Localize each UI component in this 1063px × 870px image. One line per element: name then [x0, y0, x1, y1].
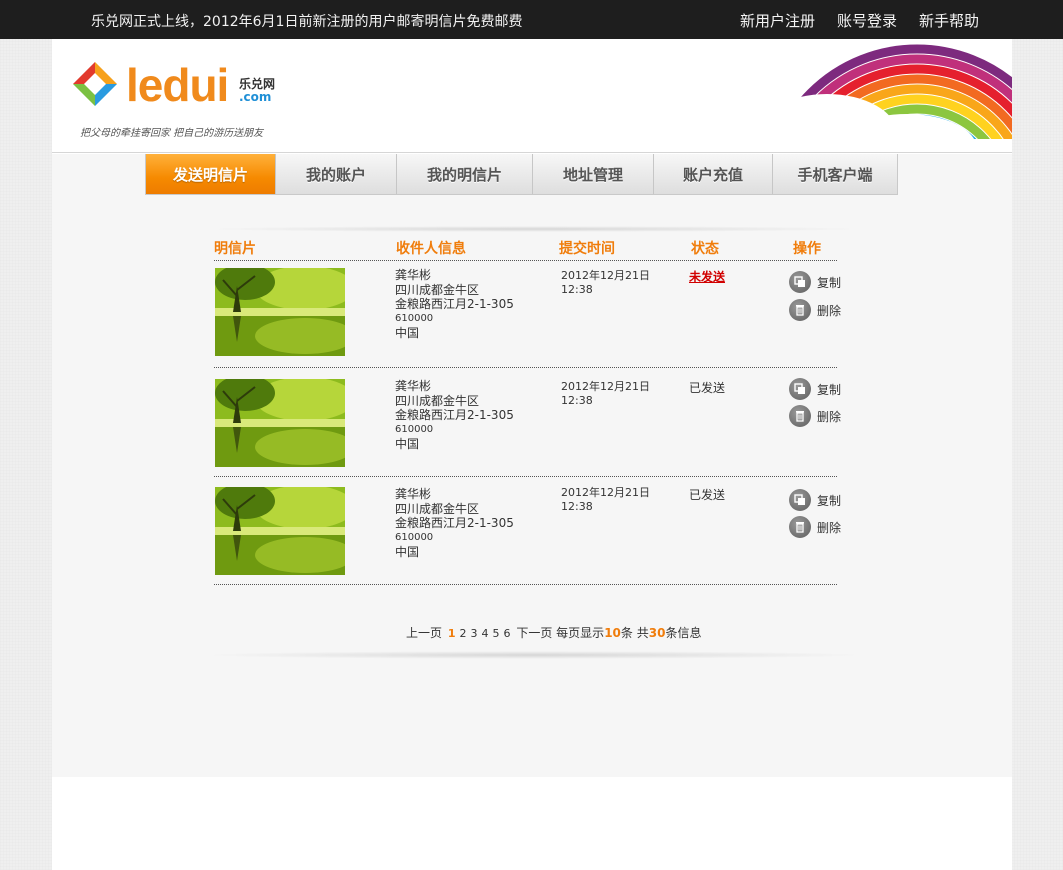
recipient-country: 中国 — [395, 545, 420, 559]
recipient-address-line1: 四川成都金牛区 — [395, 501, 480, 516]
per-page-label: 每页显示 — [556, 626, 605, 640]
recipient-info: 龚华彬 四川成都金牛区 金粮路西江月2-1-305 610000 中国 — [395, 268, 514, 341]
submit-time: 2012年12月21日 12:38 — [561, 269, 650, 297]
trash-icon — [789, 299, 811, 321]
main-area — [52, 154, 1012, 777]
submit-date: 2012年12月21日 — [561, 380, 650, 393]
per-page-unit: 条 — [620, 626, 633, 640]
recipient-address-line2: 金粮路西江月2-1-305 — [395, 408, 514, 422]
copy-label: 复制 — [817, 493, 842, 508]
delete-label: 删除 — [817, 409, 842, 424]
recipient-info: 龚华彬 四川成都金牛区 金粮路西江月2-1-305 610000 中国 — [395, 379, 514, 452]
header-time: 提交时间 — [559, 241, 615, 257]
logo-domain: .com — [239, 90, 272, 104]
prev-page-link[interactable]: 上一页 — [406, 626, 442, 640]
recipient-country: 中国 — [395, 326, 420, 340]
tab-my-account[interactable]: 我的账户 — [276, 154, 397, 194]
header: ledui 乐兑网 .com 把父母的牵挂寄回家 把自己的游历送朋友 — [52, 39, 1012, 153]
page-link[interactable]: 3 — [471, 627, 478, 640]
recipient-zip: 610000 — [395, 312, 434, 324]
total-unit: 条信息 — [665, 626, 702, 640]
ledui-logo-icon — [73, 62, 117, 106]
submit-clock: 12:38 — [561, 283, 593, 296]
logo-wordmark: ledui — [126, 59, 229, 111]
copy-label: 复制 — [817, 382, 842, 397]
page-container: ledui 乐兑网 .com 把父母的牵挂寄回家 把自己的游历送朋友 发送明信片… — [52, 39, 1012, 870]
copy-button[interactable]: 复制 — [789, 489, 841, 511]
header-status: 状态 — [691, 241, 719, 257]
page-link[interactable]: 6 — [504, 627, 511, 640]
total-count: 30 — [648, 626, 666, 640]
delete-button[interactable]: 删除 — [789, 516, 841, 538]
total-label: 共 — [636, 626, 649, 640]
page-link-current[interactable]: 1 — [448, 627, 456, 640]
page-link[interactable]: 2 — [460, 627, 467, 640]
delete-button[interactable]: 删除 — [789, 299, 841, 321]
header-postcard: 明信片 — [214, 241, 256, 257]
postcard-thumbnail[interactable] — [215, 487, 345, 575]
copy-button[interactable]: 复制 — [789, 271, 841, 293]
copy-button[interactable]: 复制 — [789, 378, 841, 400]
logo-slogan: 把父母的牵挂寄回家 把自己的游历送朋友 — [80, 128, 264, 139]
page-link[interactable]: 5 — [493, 627, 500, 640]
register-link[interactable]: 新用户注册 — [740, 10, 815, 31]
panel-shadow-top — [200, 226, 868, 232]
copy-icon — [789, 378, 811, 400]
delete-button[interactable]: 删除 — [789, 405, 841, 427]
tab-account-recharge[interactable]: 账户充值 — [654, 154, 773, 194]
status-unsent[interactable]: 未发送 — [689, 268, 725, 285]
help-link[interactable]: 新手帮助 — [919, 10, 979, 31]
recipient-zip: 610000 — [395, 423, 434, 435]
submit-time: 2012年12月21日 12:38 — [561, 486, 650, 514]
announcement-text: 乐兑网正式上线，2012年6月1日前新注册的用户邮寄明信片免费邮费 — [91, 14, 523, 30]
top-links: 新用户注册 账号登录 新手帮助 — [718, 10, 979, 31]
status-sent: 已发送 — [689, 381, 726, 395]
recipient-address-line2: 金粮路西江月2-1-305 — [395, 297, 514, 311]
postcard-thumbnail[interactable] — [215, 379, 345, 467]
submit-clock: 12:38 — [561, 394, 593, 407]
delete-label: 删除 — [817, 520, 842, 535]
panel-shadow-bottom — [200, 651, 868, 659]
next-page-link[interactable]: 下一页 — [516, 626, 552, 640]
recipient-name: 龚华彬 — [395, 487, 432, 501]
recipient-address-line2: 金粮路西江月2-1-305 — [395, 516, 514, 530]
per-page-value: 10 — [604, 626, 621, 640]
postcard-thumbnail[interactable] — [215, 268, 345, 356]
rainbow-banner — [617, 44, 1012, 141]
submit-date: 2012年12月21日 — [561, 269, 650, 282]
login-link[interactable]: 账号登录 — [837, 10, 897, 31]
copy-icon — [789, 271, 811, 293]
recipient-name: 龚华彬 — [395, 379, 432, 393]
copy-icon — [789, 489, 811, 511]
submit-clock: 12:38 — [561, 500, 593, 513]
delete-label: 删除 — [817, 303, 842, 318]
recipient-address-line1: 四川成都金牛区 — [395, 393, 480, 408]
copy-label: 复制 — [817, 275, 842, 290]
recipient-info: 龚华彬 四川成都金牛区 金粮路西江月2-1-305 610000 中国 — [395, 487, 514, 560]
tab-send-postcard[interactable]: 发送明信片 — [146, 154, 276, 194]
header-ops: 操作 — [793, 241, 821, 257]
main-nav: 发送明信片 我的账户 我的明信片 地址管理 账户充值 手机客户端 — [145, 154, 898, 195]
recipient-country: 中国 — [395, 437, 420, 451]
recipient-zip: 610000 — [395, 531, 434, 543]
row-divider — [214, 367, 837, 368]
row-divider — [214, 584, 837, 585]
pagination: 上一页 123456 下一页 每页显示10条 共30条信息 — [406, 624, 701, 641]
trash-icon — [789, 405, 811, 427]
trash-icon — [789, 516, 811, 538]
header-recipient: 收件人信息 — [396, 241, 466, 257]
submit-time: 2012年12月21日 12:38 — [561, 380, 650, 408]
top-bar: 乐兑网正式上线，2012年6月1日前新注册的用户邮寄明信片免费邮费 新用户注册 … — [0, 0, 1063, 39]
page-link[interactable]: 4 — [482, 627, 489, 640]
row-divider — [214, 476, 837, 477]
submit-date: 2012年12月21日 — [561, 486, 650, 499]
recipient-address-line1: 四川成都金牛区 — [395, 282, 480, 297]
tab-mobile-client[interactable]: 手机客户端 — [773, 154, 897, 194]
recipient-name: 龚华彬 — [395, 268, 432, 282]
footer-area — [52, 777, 1012, 870]
status-sent: 已发送 — [689, 488, 726, 502]
tab-address-management[interactable]: 地址管理 — [533, 154, 654, 194]
tab-my-postcards[interactable]: 我的明信片 — [397, 154, 533, 194]
header-divider — [214, 260, 837, 261]
